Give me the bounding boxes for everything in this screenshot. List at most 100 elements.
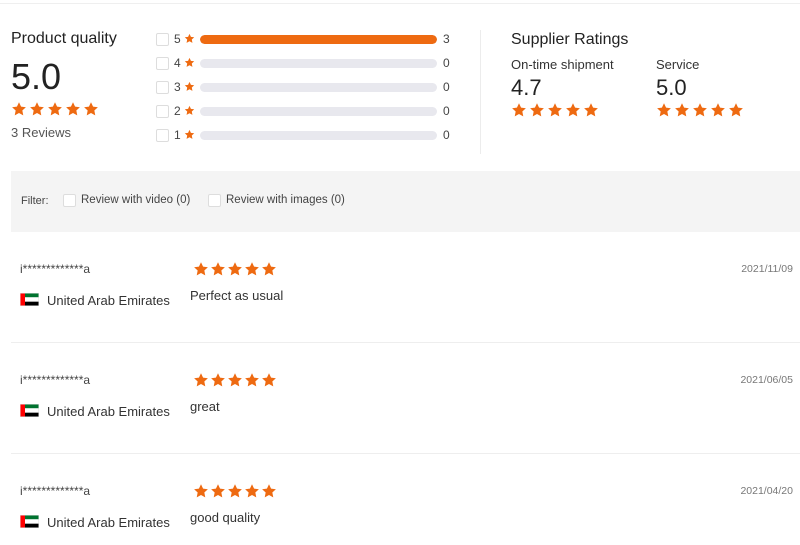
star-icon: [227, 483, 242, 498]
country-name: United Arab Emirates: [47, 515, 170, 530]
star-icon: [227, 261, 242, 276]
distribution-row[interactable]: 2 0: [156, 104, 456, 128]
rating-count: 0: [443, 80, 450, 94]
rating-filter-checkbox[interactable]: [156, 129, 169, 142]
rating-count: 0: [443, 56, 450, 70]
star-icon: [244, 372, 259, 387]
supplier-metric-stars: [511, 102, 614, 120]
uae-flag-icon: [20, 404, 39, 417]
section-divider: [480, 30, 481, 154]
rating-bar: [200, 107, 437, 116]
supplier-metric-label: On-time shipment: [511, 57, 614, 72]
supplier-metric-label: Service: [656, 57, 700, 72]
star-icon: [11, 101, 27, 117]
star-icon: [656, 102, 672, 118]
star-icon: [261, 372, 276, 387]
product-quality-title: Product quality: [11, 30, 117, 47]
distribution-row[interactable]: 1 0: [156, 128, 456, 152]
rating-filter-checkbox[interactable]: [156, 33, 169, 46]
star-icon: [210, 483, 225, 498]
star-icon: [261, 261, 276, 276]
distribution-row[interactable]: 3 0: [156, 80, 456, 104]
rating-bar: [200, 131, 437, 140]
distribution-row[interactable]: 4 0: [156, 56, 456, 80]
rating-filter-checkbox[interactable]: [156, 57, 169, 70]
rating-count: 0: [443, 104, 450, 118]
star-icon: [184, 129, 195, 140]
star-icon: [692, 102, 708, 118]
country-name: United Arab Emirates: [47, 293, 170, 308]
star-icon: [710, 102, 726, 118]
review-text: great: [190, 399, 220, 414]
on-time-shipment-rating: On-time shipment 4.7: [511, 57, 614, 120]
star-icon: [83, 101, 99, 117]
review-count: 3 Reviews: [11, 125, 71, 140]
filter-bar: Filter: Review with video (0) Review wit…: [11, 171, 800, 232]
filter-images-label[interactable]: Review with images (0): [226, 194, 345, 206]
star-icon: [29, 101, 45, 117]
rating-level: 2: [174, 104, 181, 118]
star-icon: [184, 57, 195, 68]
star-icon: [529, 102, 545, 118]
product-quality-stars: [11, 101, 117, 119]
review-item: i*************a United Arab Emirates Per…: [11, 232, 800, 343]
review-stars: [193, 483, 278, 501]
rating-count: 0: [443, 128, 450, 142]
country-name: United Arab Emirates: [47, 404, 170, 419]
uae-flag-icon: [20, 515, 39, 528]
top-divider: [0, 3, 800, 4]
star-icon: [193, 483, 208, 498]
star-icon: [547, 102, 563, 118]
rating-count: 3: [443, 32, 450, 46]
star-icon: [47, 101, 63, 117]
filter-images-checkbox[interactable]: [208, 194, 221, 207]
star-icon: [511, 102, 527, 118]
supplier-metric-value: 4.7: [511, 75, 542, 100]
reviewer-name: i*************a: [20, 484, 91, 498]
star-icon: [193, 261, 208, 276]
uae-flag-icon: [20, 293, 39, 306]
rating-level: 5: [174, 32, 181, 46]
rating-bar: [200, 83, 437, 92]
star-icon: [227, 372, 242, 387]
star-icon: [184, 105, 195, 116]
rating-bar: [200, 59, 437, 68]
reviewer-name: i*************a: [20, 373, 91, 387]
rating-level: 3: [174, 80, 181, 94]
review-stars: [193, 372, 278, 390]
rating-filter-checkbox[interactable]: [156, 105, 169, 118]
product-quality-score: 5.0: [11, 56, 62, 97]
reviewer-name: i*************a: [20, 262, 91, 276]
star-icon: [184, 81, 195, 92]
review-date: 2021/06/05: [740, 374, 793, 386]
review-text: Perfect as usual: [190, 288, 284, 303]
product-quality-summary: Product quality 5.0 3 Reviews: [11, 30, 117, 140]
rating-level: 4: [174, 56, 181, 70]
star-icon: [261, 483, 276, 498]
service-rating: Service 5.0: [656, 57, 746, 120]
star-icon: [210, 372, 225, 387]
star-icon: [728, 102, 744, 118]
filter-video-label[interactable]: Review with video (0): [81, 194, 190, 206]
star-icon: [244, 483, 259, 498]
supplier-ratings-title: Supplier Ratings: [511, 31, 629, 48]
review-item: i*************a United Arab Emirates goo…: [11, 454, 800, 545]
filter-label: Filter:: [21, 195, 49, 207]
review-stars: [193, 261, 278, 279]
rating-level: 1: [174, 128, 181, 142]
rating-bar-fill: [200, 35, 437, 44]
star-icon: [583, 102, 599, 118]
star-icon: [65, 101, 81, 117]
review-date: 2021/04/20: [740, 485, 793, 497]
distribution-row[interactable]: 5 3: [156, 32, 456, 56]
rating-distribution: 5 3 4 0 3 0 2 0 1 0: [156, 32, 456, 152]
star-icon: [565, 102, 581, 118]
rating-bar: [200, 35, 437, 44]
supplier-metric-value: 5.0: [656, 75, 687, 100]
star-icon: [184, 33, 195, 44]
filter-video-checkbox[interactable]: [63, 194, 76, 207]
review-text: good quality: [190, 510, 261, 525]
review-item: i*************a United Arab Emirates gre…: [11, 343, 800, 454]
rating-filter-checkbox[interactable]: [156, 81, 169, 94]
supplier-metric-stars: [656, 102, 746, 120]
